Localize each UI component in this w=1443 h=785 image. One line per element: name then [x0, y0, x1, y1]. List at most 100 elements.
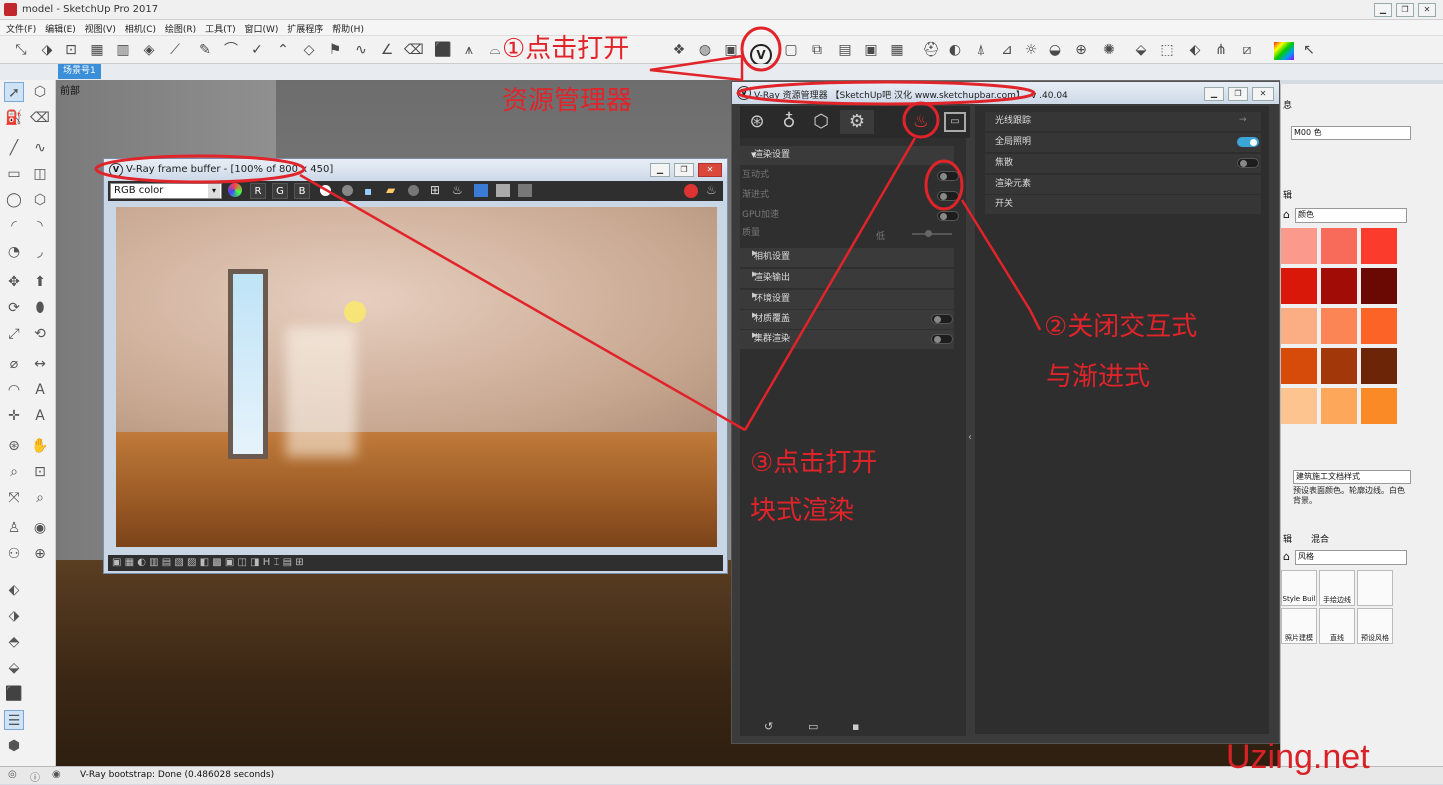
paint-bucket-icon[interactable]: ⛽: [4, 108, 24, 128]
component-icon[interactable]: ⊡: [62, 41, 80, 59]
lens-effects-icon[interactable]: [518, 184, 532, 197]
fb-maximize-button[interactable]: ❐: [674, 163, 694, 177]
color-swatch[interactable]: [1281, 348, 1317, 384]
home-icon[interactable]: ⌂: [1283, 208, 1290, 221]
push-pull-icon[interactable]: ⬆: [30, 272, 50, 292]
render-region-icon[interactable]: ▣: [862, 41, 880, 59]
interactive-toggle[interactable]: [937, 171, 959, 181]
polygon-icon[interactable]: ⬡: [30, 190, 50, 210]
paint-tool-icon[interactable]: ⬗: [38, 41, 56, 59]
vray-batch-icon[interactable]: ⧉: [808, 41, 826, 59]
omni-light-icon[interactable]: ☼: [1022, 41, 1040, 59]
swarm-toggle[interactable]: [931, 334, 953, 344]
channel-select[interactable]: RGB color: [110, 183, 222, 199]
style-thumb[interactable]: 直线: [1319, 608, 1355, 644]
previous-view-icon[interactable]: ⌕: [30, 488, 50, 508]
line-icon[interactable]: ╱: [4, 138, 24, 158]
roof-icon[interactable]: ⌃: [274, 41, 292, 59]
close-button[interactable]: ✕: [1418, 3, 1436, 17]
style-edit-tab[interactable]: 辑: [1283, 532, 1292, 545]
dome-light-icon[interactable]: ◒: [1046, 41, 1064, 59]
home-icon[interactable]: ⌂: [1283, 550, 1290, 563]
color-swatch[interactable]: [1321, 268, 1357, 304]
check-icon[interactable]: ✓: [248, 41, 266, 59]
ae-close-button[interactable]: ✕: [1252, 87, 1274, 101]
color-channels-icon[interactable]: [228, 183, 242, 197]
text-icon[interactable]: A: [30, 380, 50, 400]
render-settings-header[interactable]: 渲染设置: [740, 146, 954, 165]
open-file-icon[interactable]: ▭: [808, 720, 818, 733]
fur-icon[interactable]: ⋔: [1212, 41, 1230, 59]
zoom-extents-icon[interactable]: ⤧: [4, 488, 24, 508]
open-folder-icon[interactable]: ▰: [386, 183, 395, 197]
color-swatch[interactable]: [1361, 308, 1397, 344]
frame-buffer-title-bar[interactable]: V V-Ray frame buffer - [100% of 800 x 45…: [104, 159, 727, 181]
collapse-arrow-icon[interactable]: ‹: [968, 432, 972, 443]
arc2-icon[interactable]: ◝: [30, 216, 50, 236]
camera-view-icon[interactable]: ▤: [836, 41, 854, 59]
save-file-icon[interactable]: ▪: [852, 720, 859, 733]
3d-text-icon[interactable]: A: [30, 406, 50, 426]
color-swatch[interactable]: [1321, 228, 1357, 264]
ae-minimize-button[interactable]: ▁: [1204, 87, 1224, 101]
fb-bottom-tools-icon[interactable]: ▣ ▦ ◐ ▥ ▤ ▧ ▨ ◧ ▩ ▣ ◫ ◨ H ⌶ ▤ ⊞: [112, 557, 304, 568]
geo-location-icon[interactable]: ◎: [8, 769, 17, 780]
dimension-icon[interactable]: ↔: [30, 354, 50, 374]
mesh-light-icon[interactable]: ⊕: [1072, 41, 1090, 59]
axes-icon[interactable]: ⩚: [460, 41, 478, 59]
history-icon[interactable]: [496, 184, 510, 197]
look-around-icon[interactable]: ◉: [30, 518, 50, 538]
fb-minimize-button[interactable]: ▁: [650, 163, 670, 177]
proxy-icon[interactable]: ⬙: [1132, 41, 1150, 59]
eraser-icon[interactable]: ⌫: [30, 108, 50, 128]
circle-icon[interactable]: ◯: [4, 190, 24, 210]
settings-tab-icon[interactable]: ⚙: [840, 110, 874, 134]
white-dot-icon[interactable]: [320, 185, 331, 196]
camera-section[interactable]: 相机设置: [740, 248, 954, 267]
geometry-tab-icon[interactable]: ⬡: [808, 110, 834, 134]
menu-file[interactable]: 文件(F): [6, 22, 36, 35]
select-tool-icon[interactable]: ⤡: [12, 41, 30, 59]
fb-close-button[interactable]: ✕: [698, 163, 722, 177]
view-right-icon[interactable]: ⬙: [4, 658, 24, 678]
ies-light-icon[interactable]: ⊿: [998, 41, 1016, 59]
grid-icon[interactable]: ▦: [88, 41, 106, 59]
color-category-dropdown[interactable]: 颜色: [1295, 208, 1407, 223]
style-thumb[interactable]: [1357, 570, 1393, 606]
quality-slider[interactable]: [912, 233, 952, 235]
stop-render-icon[interactable]: [684, 184, 698, 198]
position-camera-icon[interactable]: ♙: [4, 518, 24, 538]
menu-view[interactable]: 视图(V): [85, 22, 116, 35]
tape-measure-icon[interactable]: ⌀: [4, 354, 24, 374]
edit-tab[interactable]: 辑: [1283, 188, 1292, 201]
render-output-section[interactable]: 渲染输出: [740, 269, 954, 288]
red-channel-button[interactable]: R: [250, 183, 266, 199]
color-swatch[interactable]: [1361, 268, 1397, 304]
gray-dot-icon[interactable]: [342, 185, 353, 196]
color-swatch[interactable]: [1321, 348, 1357, 384]
material-name-field[interactable]: M00 色: [1291, 126, 1411, 140]
chevron-down-icon[interactable]: ▾: [208, 184, 220, 198]
view-left-icon[interactable]: ☰: [4, 710, 24, 730]
color-swatch[interactable]: [1281, 268, 1317, 304]
teapot-icon[interactable]: ♨: [452, 183, 463, 197]
vray-interactive-icon[interactable]: ▣: [722, 41, 740, 59]
caustics-toggle[interactable]: [1237, 158, 1259, 168]
vray-render-icon[interactable]: ◍: [696, 41, 714, 59]
path-icon[interactable]: ∿: [352, 41, 370, 59]
orbit-icon[interactable]: ⊛: [4, 436, 24, 456]
spot-light-icon[interactable]: ⍋: [972, 41, 990, 59]
proxy-import-icon[interactable]: ⬚: [1158, 41, 1176, 59]
walk-icon[interactable]: ⚇: [4, 544, 24, 564]
hat-icon[interactable]: ⛑: [922, 41, 940, 59]
view-top-icon[interactable]: ⬗: [4, 606, 24, 626]
save-icon[interactable]: ▪: [364, 184, 372, 198]
rotate-icon[interactable]: ⟳: [4, 298, 24, 318]
fence-icon[interactable]: ▥: [114, 41, 132, 59]
quality-slider-handle[interactable]: [925, 230, 932, 237]
infinite-plane-icon[interactable]: ⬖: [1186, 41, 1204, 59]
teapot-render-icon[interactable]: ♨: [908, 110, 934, 134]
menu-edit[interactable]: 编辑(E): [45, 22, 76, 35]
box-icon[interactable]: ⬛: [434, 41, 452, 59]
layers-icon[interactable]: ◈: [140, 41, 158, 59]
